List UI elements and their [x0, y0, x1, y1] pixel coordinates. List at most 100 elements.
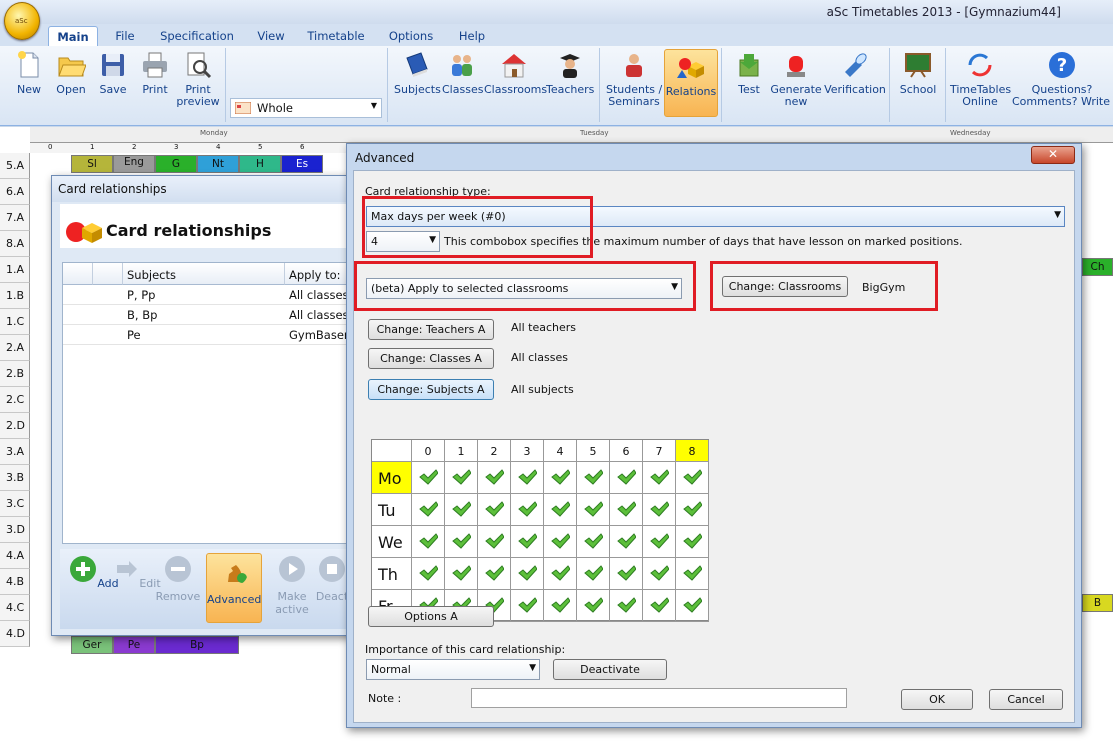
grid-cell[interactable]	[445, 558, 478, 590]
grid-cell[interactable]	[445, 494, 478, 526]
day-period-grid[interactable]: 012345678MoTuWeThFr	[371, 439, 709, 622]
close-button[interactable]: ✕	[1031, 146, 1075, 164]
deactivate-button[interactable]: Deactivate	[553, 659, 667, 680]
app-menu-icon[interactable]: aSc	[4, 2, 40, 40]
lesson-cell[interactable]: Ger	[71, 636, 113, 654]
grid-cell[interactable]	[610, 494, 643, 526]
class-row-label[interactable]: 8.A	[0, 231, 30, 257]
grid-period-header[interactable]: 6	[610, 440, 643, 462]
table-row[interactable]: Pe GymBasem	[63, 325, 355, 345]
grid-cell[interactable]	[643, 462, 676, 494]
grid-period-header[interactable]: 5	[577, 440, 610, 462]
grid-cell[interactable]	[676, 526, 709, 558]
relationships-table[interactable]: Subjects Apply to: P, Pp All classes B, B…	[62, 262, 355, 544]
cancel-button[interactable]: Cancel	[989, 689, 1063, 710]
tab-view[interactable]: View	[252, 26, 290, 46]
grid-cell[interactable]	[478, 462, 511, 494]
timetables-online-button[interactable]: TimeTables Online	[950, 50, 1011, 108]
tab-timetable[interactable]: Timetable	[305, 26, 367, 46]
ok-button[interactable]: OK	[901, 689, 973, 710]
grid-cell[interactable]	[643, 494, 676, 526]
lesson-cell[interactable]: Nt	[197, 155, 239, 173]
class-row-label[interactable]: 1.C	[0, 309, 30, 335]
grid-cell[interactable]	[676, 462, 709, 494]
grid-cell[interactable]	[610, 558, 643, 590]
grid-period-header[interactable]: 0	[412, 440, 445, 462]
open-button[interactable]: Open	[50, 50, 92, 96]
lesson-cell[interactable]: Pe	[113, 636, 155, 654]
grid-cell[interactable]	[577, 526, 610, 558]
lesson-cell[interactable]: Es	[281, 155, 323, 173]
school-button[interactable]: School	[896, 50, 940, 96]
grid-cell[interactable]	[544, 494, 577, 526]
grid-cell[interactable]	[511, 526, 544, 558]
grid-period-header[interactable]: 4	[544, 440, 577, 462]
save-button[interactable]: Save	[94, 50, 132, 96]
relations-button[interactable]: Relations	[664, 49, 718, 117]
lesson-cell[interactable]: Eng	[113, 155, 155, 173]
grid-cell[interactable]	[577, 462, 610, 494]
students-button[interactable]: Students / Seminars	[606, 50, 662, 108]
options-button[interactable]: Options A	[368, 606, 494, 627]
class-row-label[interactable]: 6.A	[0, 179, 30, 205]
teachers-button[interactable]: Teachers	[546, 50, 594, 96]
grid-cell[interactable]	[544, 462, 577, 494]
grid-cell[interactable]	[577, 558, 610, 590]
questions-button[interactable]: ? Questions? Comments? Write us	[1012, 50, 1112, 108]
change-classes-button[interactable]: Change: Classes A	[368, 348, 494, 369]
grid-cell[interactable]	[577, 494, 610, 526]
class-row-label[interactable]: 5.A	[0, 153, 30, 179]
grid-cell[interactable]	[643, 590, 676, 622]
grid-cell[interactable]	[445, 526, 478, 558]
tab-main[interactable]: Main	[48, 26, 98, 46]
grid-day-header[interactable]: Mo	[372, 462, 412, 494]
note-input[interactable]	[471, 688, 847, 708]
change-teachers-button[interactable]: Change: Teachers A	[368, 319, 494, 340]
grid-cell[interactable]	[412, 526, 445, 558]
print-preview-button[interactable]: Print preview	[174, 50, 222, 108]
verification-button[interactable]: Verification	[824, 50, 886, 96]
importance-select[interactable]: Normal ▼	[366, 659, 540, 680]
grid-cell[interactable]	[478, 494, 511, 526]
remove-button[interactable]: Remove	[150, 555, 206, 603]
grid-cell[interactable]	[511, 590, 544, 622]
class-row-label[interactable]: 4.C	[0, 595, 30, 621]
lesson-cell[interactable]: B	[1082, 594, 1113, 612]
new-button[interactable]: New	[10, 50, 48, 96]
classrooms-button[interactable]: Classrooms	[484, 50, 547, 96]
grid-cell[interactable]	[676, 558, 709, 590]
grid-cell[interactable]	[412, 558, 445, 590]
class-row-label[interactable]: 2.D	[0, 413, 30, 439]
grid-period-header[interactable]: 7	[643, 440, 676, 462]
grid-period-header[interactable]: 3	[511, 440, 544, 462]
view-select[interactable]: Whole ▼	[230, 98, 382, 118]
grid-period-header[interactable]: 8	[676, 440, 709, 462]
grid-cell[interactable]	[676, 590, 709, 622]
grid-period-header[interactable]: 1	[445, 440, 478, 462]
grid-cell[interactable]	[544, 590, 577, 622]
class-row-label[interactable]: 4.D	[0, 621, 30, 647]
lesson-cell[interactable]: G	[155, 155, 197, 173]
lesson-cell[interactable]: Sl	[71, 155, 113, 173]
class-row-label[interactable]: 2.C	[0, 387, 30, 413]
grid-day-header[interactable]: We	[372, 526, 412, 558]
column-header-subjects[interactable]: Subjects	[123, 263, 285, 285]
grid-cell[interactable]	[544, 526, 577, 558]
class-row-label[interactable]: 4.A	[0, 543, 30, 569]
grid-cell[interactable]	[478, 558, 511, 590]
grid-cell[interactable]	[643, 526, 676, 558]
grid-cell[interactable]	[577, 590, 610, 622]
class-row-label[interactable]: 4.B	[0, 569, 30, 595]
print-button[interactable]: Print	[136, 50, 174, 96]
class-row-label[interactable]: 2.A	[0, 335, 30, 361]
subjects-button[interactable]: Subjects	[394, 50, 441, 96]
lesson-cell[interactable]: H	[239, 155, 281, 173]
grid-cell[interactable]	[610, 462, 643, 494]
tab-options[interactable]: Options	[384, 26, 438, 46]
grid-period-header[interactable]: 2	[478, 440, 511, 462]
tab-help[interactable]: Help	[453, 26, 491, 46]
grid-cell[interactable]	[676, 494, 709, 526]
column-header-apply[interactable]: Apply to:	[285, 263, 353, 285]
grid-cell[interactable]	[511, 494, 544, 526]
class-row-label[interactable]: 3.C	[0, 491, 30, 517]
